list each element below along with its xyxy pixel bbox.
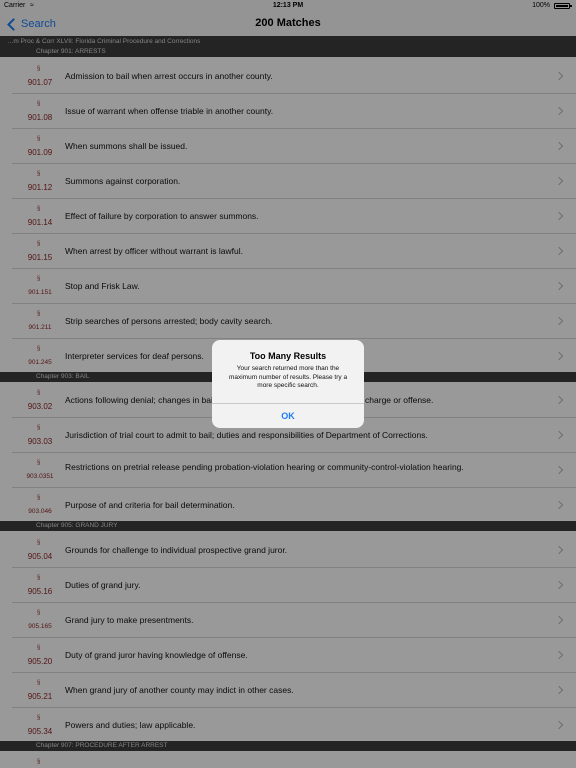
alert-title: Too Many Results	[249, 351, 327, 361]
alert-dialog: Too Many Results Your search returned mo…	[212, 340, 364, 428]
ok-button[interactable]: OK	[212, 404, 364, 428]
app-screen: Carrier ≈ 12:13 PM 100% Search 200 Match…	[0, 0, 576, 768]
alert-message: Your search returned more than the maxim…	[228, 365, 348, 389]
